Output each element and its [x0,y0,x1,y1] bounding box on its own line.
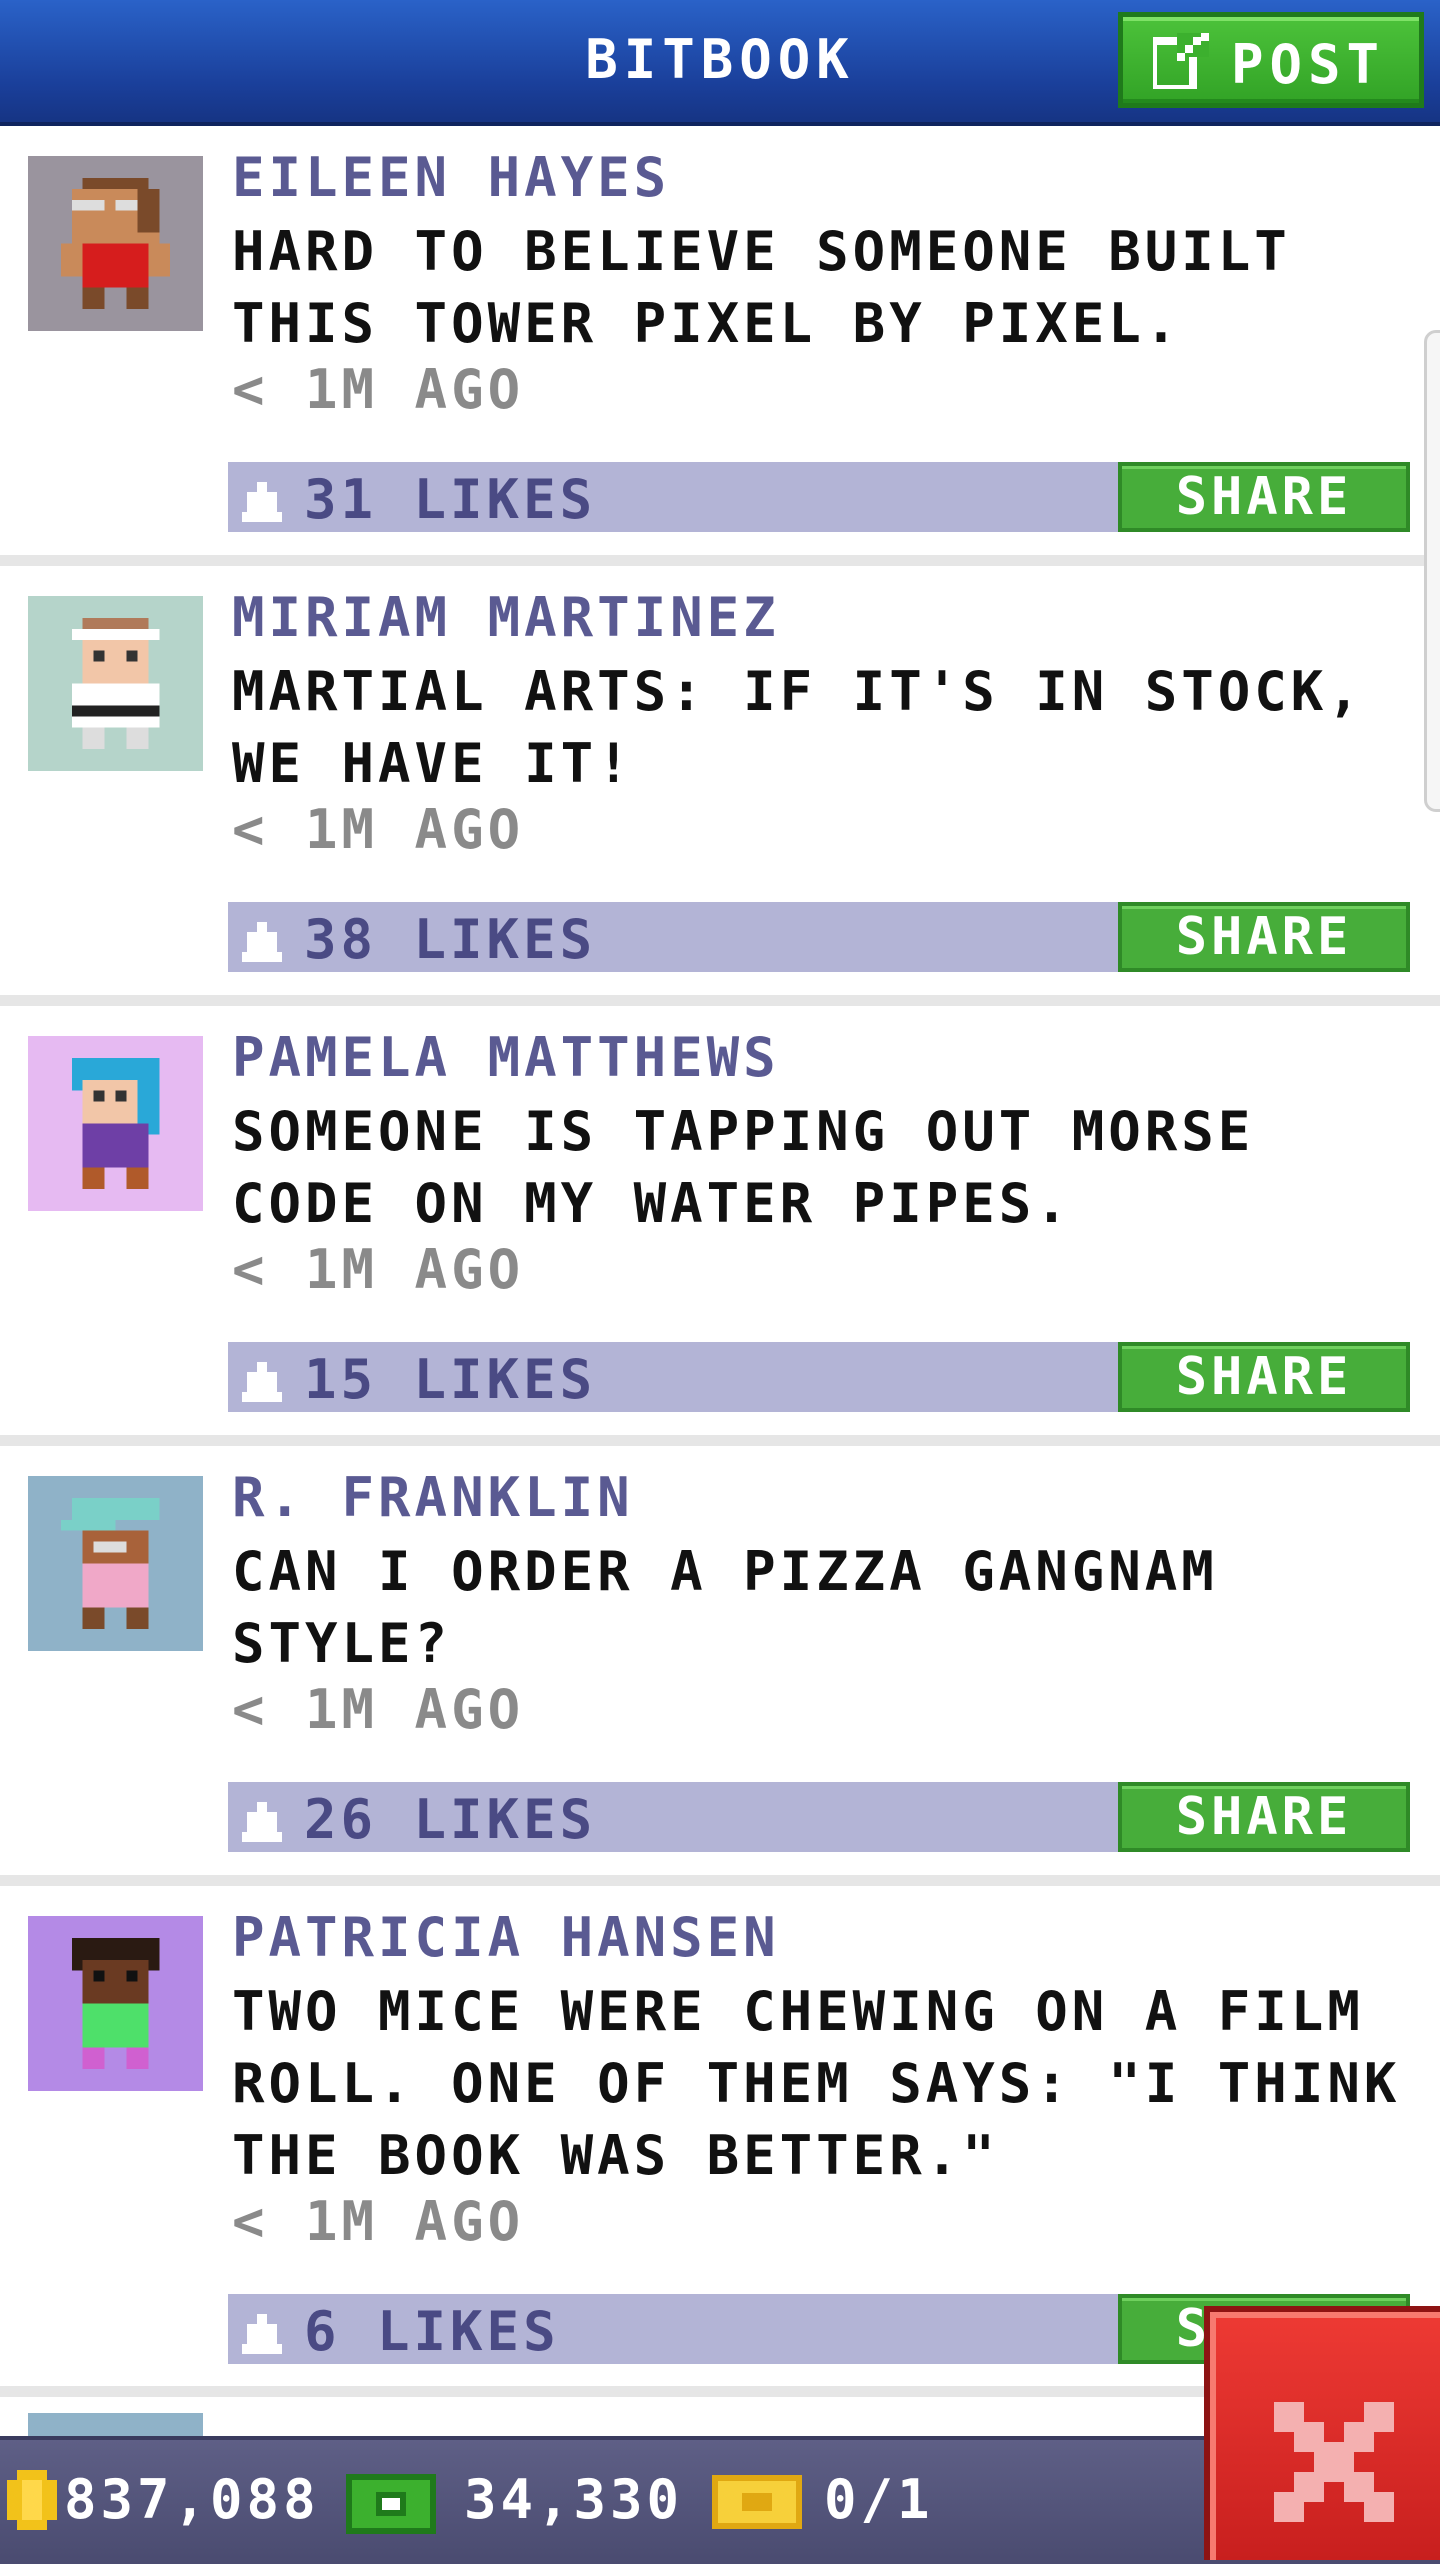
cash-value: 34,330 [464,2468,684,2531]
post-time: < 1M AGO [232,1678,525,1741]
avatar[interactable] [28,596,203,771]
post-time: < 1M AGO [232,798,525,861]
cash-icon [346,2474,436,2534]
post-author[interactable]: PATRICIA HANSEN [232,1906,780,1969]
like-bar: 38 LIKES SHARE [228,902,1410,972]
like-count: 15 LIKES [304,1348,597,1411]
post-text: MARTIAL ARTS: IF IT'S IN STOCK, WE HAVE … [232,660,1364,795]
like-icon[interactable] [242,922,282,962]
feed-post: R. FRANKLIN CAN I ORDER A PIZZA GANGNAM … [0,1446,1440,1886]
like-count: 26 LIKES [304,1788,597,1851]
post-time: < 1M AGO [232,2190,525,2253]
like-count: 38 LIKES [304,908,597,971]
post-text: TWO MICE WERE CHEWING ON A FILM ROLL. ON… [232,1980,1401,2187]
share-button[interactable]: SHARE [1118,462,1410,532]
like-icon[interactable] [242,482,282,522]
share-button[interactable]: SHARE [1118,1782,1410,1852]
like-icon[interactable] [242,2314,282,2354]
post-author[interactable]: PAMELA MATTHEWS [232,1026,780,1089]
post-text: CAN I ORDER A PIZZA GANGNAM STYLE? [232,1540,1218,1675]
avatar[interactable] [28,1916,203,2091]
coin-icon [7,2470,57,2530]
close-button[interactable] [1204,2306,1440,2560]
close-icon [1274,2402,1394,2522]
avatar[interactable] [28,1036,203,1211]
bux-value: 0/1 [824,2468,934,2531]
edit-icon [1153,33,1209,89]
like-icon[interactable] [242,1802,282,1842]
like-count: 6 LIKES [304,2300,560,2363]
post-author[interactable]: MIRIAM MARTINEZ [232,586,780,649]
like-icon[interactable] [242,1362,282,1402]
like-bar: 15 LIKES SHARE [228,1342,1410,1412]
post-text: HARD TO BELIEVE SOMEONE BUILT THIS TOWER… [232,220,1291,355]
share-button[interactable]: SHARE [1118,902,1410,972]
feed-post: EILEEN HAYES HARD TO BELIEVE SOMEONE BUI… [0,126,1440,566]
post-button-label: POST [1231,33,1386,96]
post-author[interactable]: EILEEN HAYES [232,146,670,209]
post-text: SOMEONE IS TAPPING OUT MORSE CODE ON MY … [232,1100,1255,1235]
avatar[interactable] [28,156,203,331]
post-time: < 1M AGO [232,1238,525,1301]
share-button[interactable]: SHARE [1118,1342,1410,1412]
like-bar: 26 LIKES SHARE [228,1782,1410,1852]
feed[interactable]: EILEEN HAYES HARD TO BELIEVE SOMEONE BUI… [0,126,1440,2477]
bux-ticket-icon [712,2475,802,2529]
post-button[interactable]: POST [1118,12,1424,108]
like-bar: 31 LIKES SHARE [228,462,1410,532]
like-count: 31 LIKES [304,468,597,531]
post-author[interactable]: R. FRANKLIN [232,1466,634,1529]
post-time: < 1M AGO [232,358,525,421]
feed-post: MIRIAM MARTINEZ MARTIAL ARTS: IF IT'S IN… [0,566,1440,1006]
feed-post: PAMELA MATTHEWS SOMEONE IS TAPPING OUT M… [0,1006,1440,1446]
avatar[interactable] [28,1476,203,1651]
coins-value: 837,088 [64,2468,320,2531]
scrollbar[interactable] [1424,330,1440,812]
app-header: BITBOOK POST [0,0,1440,126]
